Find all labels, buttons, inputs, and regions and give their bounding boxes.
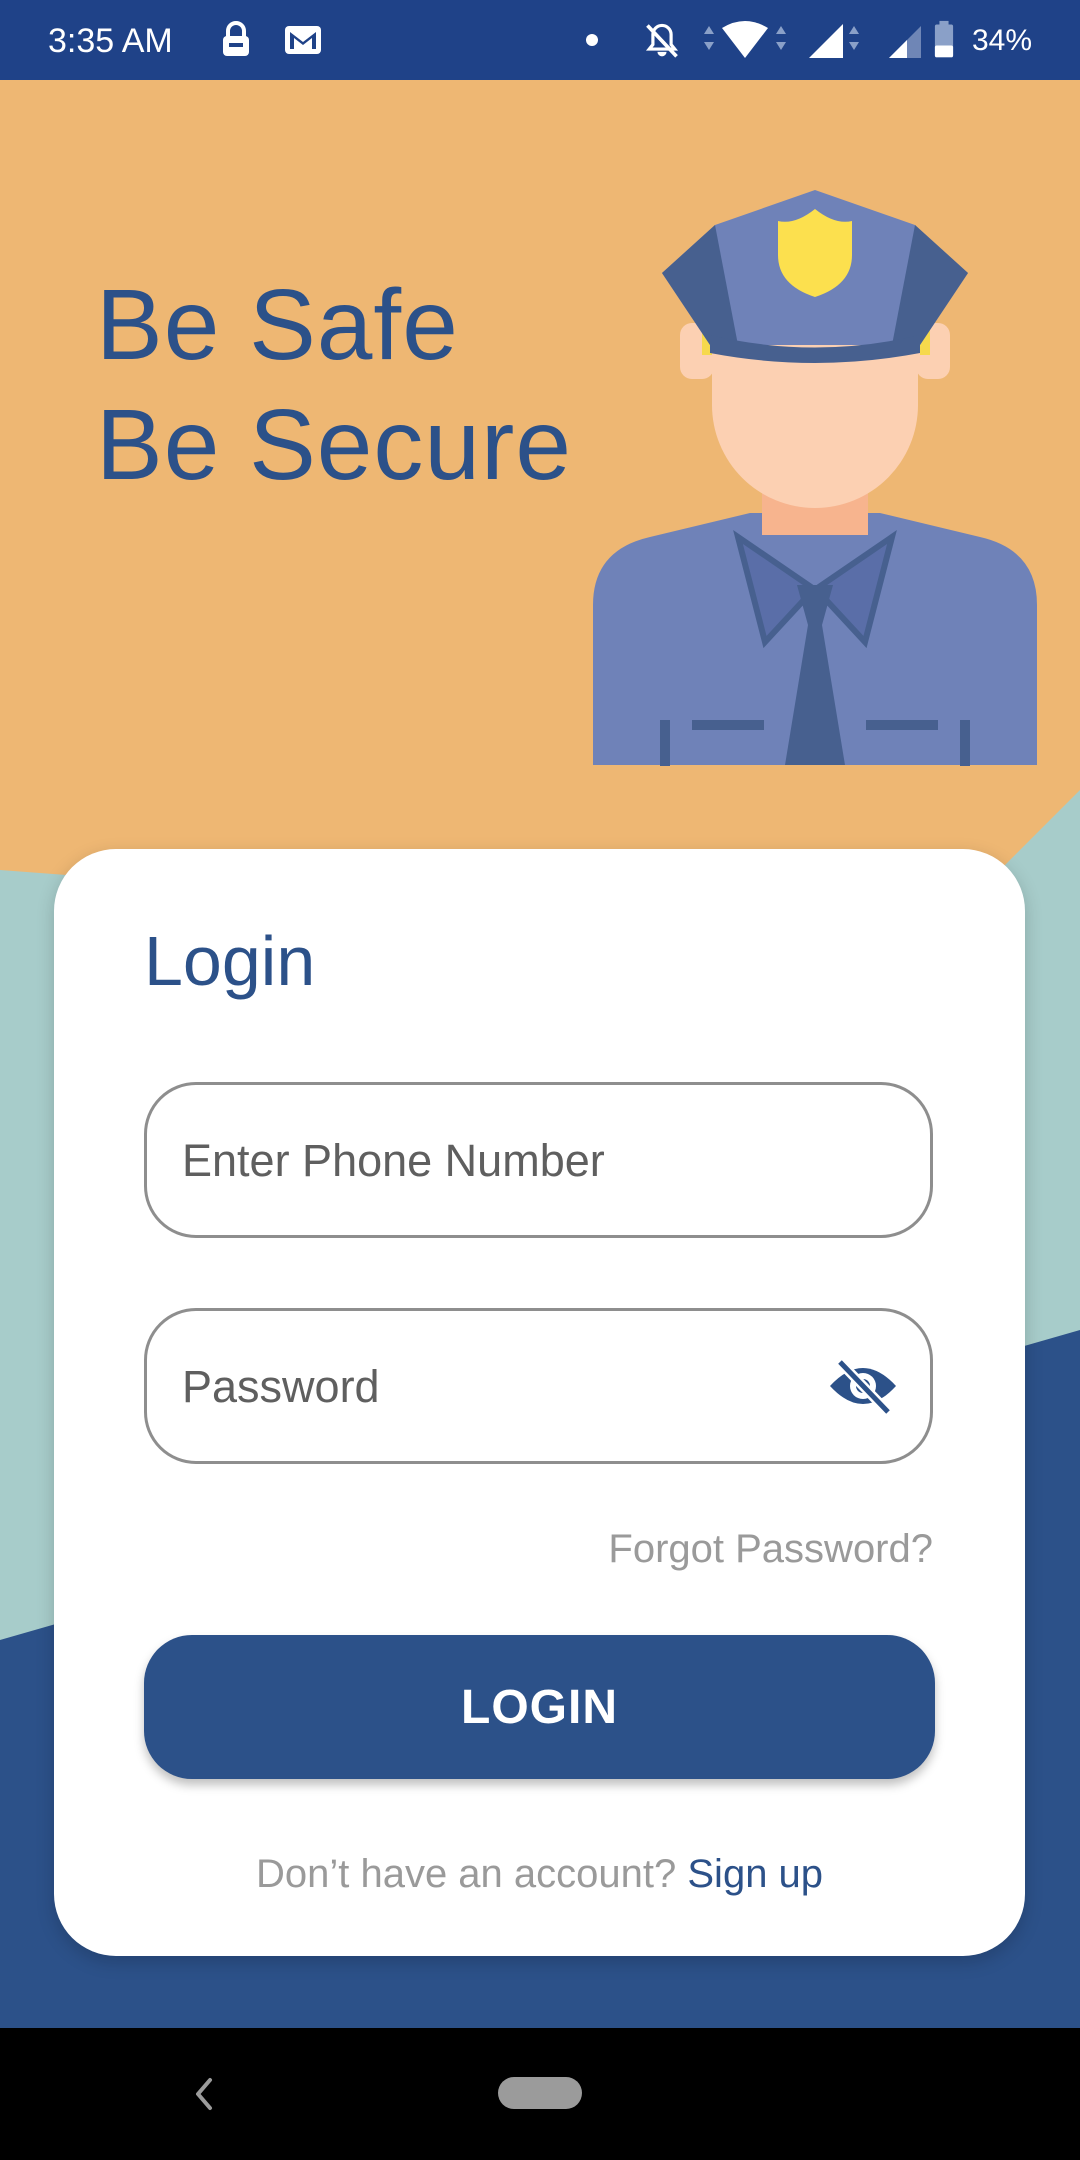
visibility-off-icon[interactable] <box>828 1356 898 1416</box>
login-title: Login <box>144 922 316 1000</box>
signal-weak-icon <box>889 26 921 58</box>
hero-line-1: Be Safe <box>96 269 459 381</box>
login-button[interactable]: LOGIN <box>144 1635 935 1779</box>
battery-percentage: 34% <box>971 24 1032 57</box>
notifications-off-icon <box>645 23 679 58</box>
vpn-lock-icon <box>223 21 249 56</box>
dot-icon <box>586 34 598 46</box>
password-field[interactable] <box>144 1308 933 1464</box>
phone-input[interactable] <box>180 1085 834 1237</box>
signup-link[interactable]: Sign up <box>687 1852 823 1896</box>
status-time: 3:35 AM <box>48 22 173 60</box>
signup-prompt: Don’t have an account? <box>255 1852 677 1896</box>
signal-icon <box>809 24 859 58</box>
password-input[interactable] <box>180 1311 834 1463</box>
forgot-password-link[interactable]: Forgot Password? <box>608 1527 933 1572</box>
signup-row: Don’t have an account? Sign up <box>54 1852 1025 1897</box>
login-card: Login Forgot Password? LOGIN Don’t have … <box>54 849 1025 1956</box>
police-officer-illustration <box>593 190 1037 766</box>
hero-line-2: Be Secure <box>96 389 572 501</box>
gmail-icon <box>285 26 321 54</box>
navigation-bar <box>0 2028 1080 2160</box>
status-bar: 3:35 AM 34% <box>0 0 1080 80</box>
home-pill[interactable] <box>498 2077 582 2109</box>
battery-icon <box>934 20 954 58</box>
phone-field[interactable] <box>144 1082 933 1238</box>
wifi-icon <box>704 21 786 58</box>
back-icon[interactable] <box>190 2074 220 2114</box>
